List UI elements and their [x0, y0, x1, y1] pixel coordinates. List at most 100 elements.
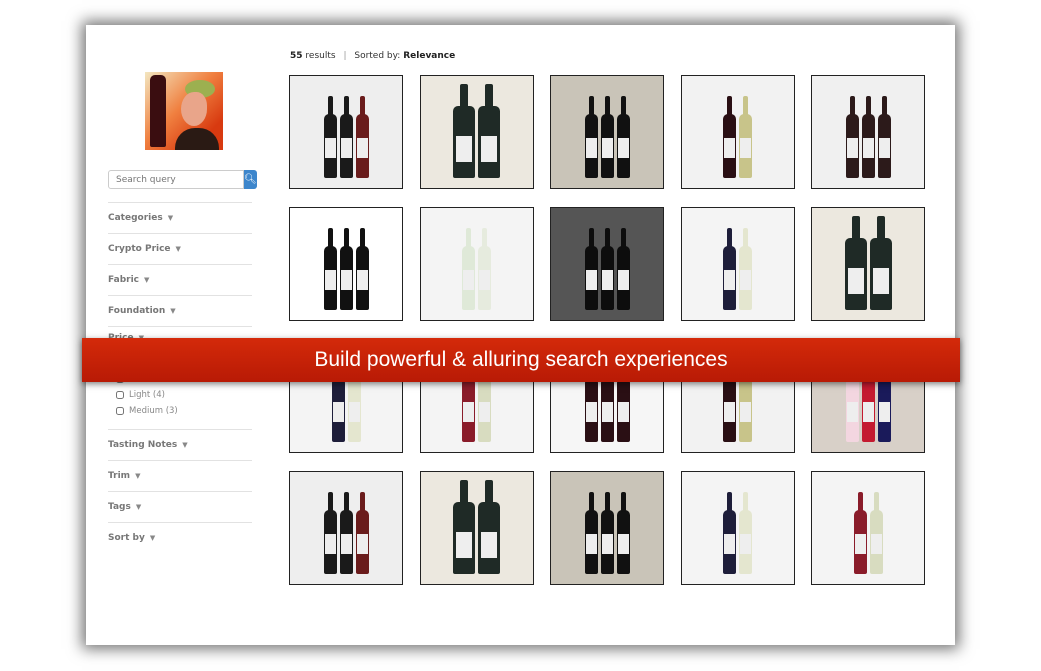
wine-bottle-image: [355, 492, 369, 574]
wine-bottle-image: [339, 492, 353, 574]
product-tile[interactable]: [550, 471, 664, 585]
facet-label: Tasting Notes: [108, 440, 178, 450]
caret-down-icon: ▼: [182, 441, 188, 449]
wine-bottle-image: [616, 492, 630, 574]
wine-bottle-image: [453, 84, 475, 178]
search-button[interactable]: 🔍︎: [244, 170, 257, 189]
facet-foundation[interactable]: Foundation ▼: [108, 295, 252, 326]
wine-bottle-image: [877, 360, 891, 442]
product-tile[interactable]: [680, 75, 795, 189]
option-light[interactable]: Light (4): [116, 387, 252, 403]
facet-crypto-price[interactable]: Crypto Price ▼: [108, 233, 252, 264]
wine-bottle-image: [478, 84, 500, 178]
facet-label: Tags: [108, 502, 131, 512]
caret-down-icon: ▼: [144, 276, 150, 284]
wine-bottle-image: [723, 96, 736, 178]
wine-bottle-image: [723, 360, 736, 442]
wine-bottle-image: [584, 228, 598, 310]
wine-bottle-image: [323, 228, 337, 310]
wine-bottle-image: [616, 360, 630, 442]
wine-bottle-image: [339, 228, 353, 310]
wine-bottle-image: [347, 360, 361, 442]
product-tile[interactable]: [289, 207, 403, 321]
wine-bottle-image: [478, 228, 491, 310]
product-tile[interactable]: [550, 75, 664, 189]
wine-bottle-image: [478, 360, 491, 442]
results-summary: 55 results | Sorted by: Relevance: [290, 51, 455, 61]
wine-bottle-image: [845, 96, 859, 178]
search-icon: 🔍︎: [244, 174, 257, 185]
sorted-value: Relevance: [403, 51, 456, 61]
product-tile[interactable]: [811, 471, 925, 585]
caret-down-icon: ▼: [175, 245, 181, 253]
wine-bottle-image: [723, 492, 736, 574]
wine-bottle-image: [584, 96, 598, 178]
facet-trim[interactable]: Trim ▼: [108, 460, 252, 491]
search-input[interactable]: [108, 170, 244, 189]
caret-down-icon: ▼: [135, 503, 142, 511]
facet-sort-by[interactable]: Sort by ▼: [108, 522, 252, 553]
product-tile[interactable]: [419, 207, 534, 321]
wine-bottle-image: [739, 96, 752, 178]
caret-down-icon: ▼: [135, 472, 141, 480]
option-medium[interactable]: Medium (3): [116, 403, 252, 419]
promo-banner: Build powerful & alluring search experie…: [82, 338, 960, 382]
wine-bottle-image: [861, 360, 875, 442]
wine-bottle-image: [331, 360, 345, 442]
product-tile[interactable]: [289, 471, 403, 585]
banner-text: Build powerful & alluring search experie…: [314, 348, 728, 371]
wine-bottle-image: [600, 96, 614, 178]
wine-bottle-image: [323, 96, 337, 178]
search-bar: 🔍︎: [108, 170, 257, 189]
wine-bottle-image: [584, 360, 598, 442]
wine-bottle-image: [453, 480, 475, 574]
checkbox[interactable]: [116, 391, 124, 399]
wine-bottle-image: [600, 228, 614, 310]
wine-bottle-image: [584, 492, 598, 574]
wine-bottle-image: [844, 216, 867, 310]
caret-down-icon: ▼: [149, 534, 156, 542]
wine-bottle-image: [861, 96, 875, 178]
wine-bottle-image: [869, 216, 892, 310]
wine-bottle-image: [739, 360, 752, 442]
logo-image: [145, 72, 223, 150]
wine-bottle-image: [323, 492, 337, 574]
product-tile[interactable]: [419, 75, 534, 189]
facet-fabric[interactable]: Fabric ▼: [108, 264, 252, 295]
product-tile[interactable]: [811, 75, 925, 189]
wine-bottle-image: [739, 492, 752, 574]
results-count: 55: [290, 51, 303, 61]
wine-bottle-image: [600, 492, 614, 574]
divider: |: [343, 51, 347, 61]
wine-bottle-image: [877, 96, 891, 178]
sorted-label: Sorted by:: [354, 51, 401, 61]
product-tile[interactable]: [419, 471, 534, 585]
facet-label: Categories: [108, 213, 163, 223]
facet-tags[interactable]: Tags ▼: [108, 491, 252, 522]
wine-bottle-image: [462, 360, 475, 442]
results-count-label: results: [305, 51, 336, 61]
option-label: Light (4): [129, 390, 165, 400]
wine-bottle-image: [355, 96, 369, 178]
facet-label: Crypto Price: [108, 244, 171, 254]
product-tile[interactable]: [680, 471, 795, 585]
results-grid: [289, 75, 927, 585]
facet-categories[interactable]: Categories ▼: [108, 202, 252, 233]
product-tile[interactable]: [289, 75, 403, 189]
wine-bottle-image: [853, 492, 867, 574]
wine-bottle-image: [616, 228, 630, 310]
product-tile[interactable]: [811, 207, 925, 321]
facet-label: Fabric: [108, 275, 139, 285]
facet-label: Trim: [108, 471, 131, 481]
product-tile[interactable]: [680, 207, 795, 321]
wine-bottle-image: [478, 480, 500, 574]
wine-bottle-image: [616, 96, 630, 178]
wine-bottle-image: [339, 96, 353, 178]
facet-label: Foundation: [108, 306, 166, 316]
product-tile[interactable]: [550, 207, 664, 321]
facet-tasting-notes[interactable]: Tasting Notes ▼: [108, 429, 252, 460]
wine-bottle-image: [739, 228, 752, 310]
wine-bottle-image: [462, 228, 475, 310]
wine-bottle-image: [355, 228, 369, 310]
checkbox[interactable]: [116, 407, 124, 415]
